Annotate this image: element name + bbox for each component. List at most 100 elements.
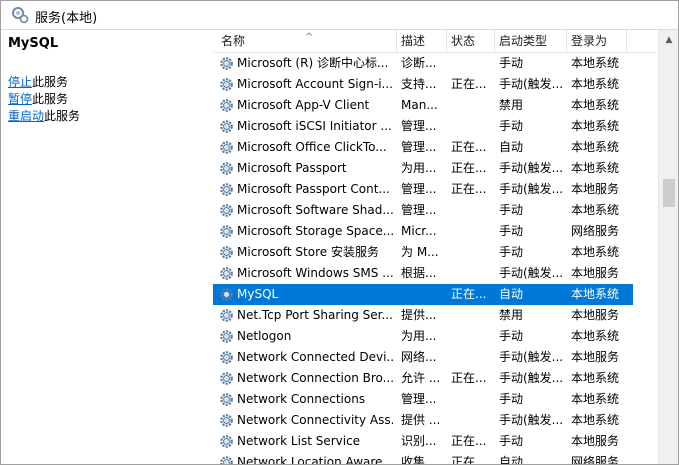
service-row[interactable]: Microsoft Office ClickTo... 管理... 正在... 自动 本… [213,137,633,158]
service-row[interactable]: Microsoft App-V Client Man... 禁用 本地系统 [213,95,633,116]
service-startup-type: 手动(触发... [499,266,564,280]
service-name: Network Location Aware... [237,455,393,464]
service-status: 正在... [451,371,487,385]
service-row[interactable]: Microsoft Passport Cont... 管理... 正在... 手动(触… [213,179,633,200]
stop-service-link[interactable]: 停止 [8,75,32,89]
service-logon-as: 本地服务 [571,350,620,364]
service-name: Microsoft Storage Space... [237,224,393,238]
scroll-thumb[interactable] [663,179,675,207]
service-row[interactable]: Network Location Aware... 收集... 正在... 自动 网络服… [213,452,633,464]
service-status: 正在... [451,161,487,175]
service-startup-type: 手动(触发... [499,161,564,175]
service-row[interactable]: Microsoft Windows SMS ... 根据... 手动(触发... 本地… [213,263,633,284]
service-row[interactable]: Microsoft Software Shad... 管理... 手动 本地系统 [213,200,633,221]
service-startup-type: 手动 [499,329,524,343]
service-gear-icon [219,266,234,281]
service-logon-as: 本地系统 [571,413,620,427]
service-row[interactable]: Microsoft iSCSI Initiator ... 管理... 手动 本地系统 [213,116,633,137]
service-description [401,284,447,305]
column-header-description[interactable]: 描述 [397,30,447,52]
service-gear-icon [219,371,234,386]
service-description: 诊断... [401,56,437,70]
service-row[interactable]: Network Connection Bro... 允许 ... 正在... 手动(触… [213,368,633,389]
title-bar: 服务(本地) [1,1,678,30]
service-status [451,242,495,263]
service-logon-as: 网络服务 [571,455,620,464]
service-status [451,53,495,74]
service-name: Network Connectivity Ass... [237,413,393,427]
restart-service-action: 重启动此服务 [8,107,80,124]
service-logon-as: 本地系统 [571,287,620,301]
service-gear-icon [219,287,234,302]
service-startup-type: 手动 [499,224,524,238]
service-gear-icon [219,350,234,365]
service-logon-as: 本地服务 [571,308,620,322]
service-description: Micr... [401,224,437,238]
vertical-scrollbar[interactable]: ▲ [658,30,678,464]
column-header-startup-type[interactable]: 启动类型 [495,30,567,52]
service-description: 支持... [401,77,437,91]
scroll-up-icon[interactable]: ▲ [659,30,678,50]
service-status: 正在... [451,140,487,154]
service-row[interactable]: Network Connectivity Ass... 提供 ... 手动(触发..… [213,410,633,431]
service-gear-icon [219,203,234,218]
service-row[interactable]: Microsoft (R) 诊断中心标... 诊断... 手动 本地系统 [213,53,633,74]
service-name: Network Connections [237,392,366,406]
services-list: 名称 ^ 描述 状态 启动类型 登录为 Microsoft (R) 诊断中心标.… [213,30,656,464]
service-row[interactable]: Net.Tcp Port Sharing Ser... 提供... 禁用 本地服务 [213,305,633,326]
service-row[interactable]: Microsoft Account Sign-i... 支持... 正在... 手动(… [213,74,633,95]
service-status: 正在... [451,77,487,91]
pause-service-suffix: 此服务 [32,92,69,106]
service-startup-type: 手动(触发... [499,77,564,91]
service-description: 根据... [401,266,437,280]
services-window: 服务(本地) MySQL 停止此服务 暂停此服务 重启动此服务 名称 ^ 描述 … [0,0,679,465]
service-logon-as: 本地系统 [571,392,620,406]
column-header-status[interactable]: 状态 [447,30,495,52]
service-row[interactable]: Network Connected Devi... 网络... 手动(触发... 本地… [213,347,633,368]
service-logon-as: 本地服务 [571,266,620,280]
stop-service-suffix: 此服务 [32,75,69,89]
service-logon-as: 本地系统 [571,140,620,154]
service-row[interactable]: Microsoft Passport 为用... 正在... 手动(触发... 本地系统 [213,158,633,179]
restart-service-suffix: 此服务 [44,109,81,123]
service-row[interactable]: Microsoft Store 安装服务 为 M... 手动 本地系统 [213,242,633,263]
service-row[interactable]: Network List Service 识别... 正在... 手动 本地服务 [213,431,633,452]
service-description: 为 M... [401,245,439,259]
service-gear-icon [219,245,234,260]
pause-service-action: 暂停此服务 [8,90,68,107]
service-gear-icon [219,434,234,449]
service-status [451,95,495,116]
service-startup-type: 自动 [499,455,524,464]
service-startup-type: 手动(触发... [499,350,564,364]
column-name-label: 名称 [221,34,246,48]
service-gear-icon [219,455,234,464]
service-description: 允许 ... [401,371,441,385]
service-description: 为用... [401,161,437,175]
service-name: Network List Service [237,434,361,448]
service-startup-type: 手动(触发... [499,182,564,196]
service-row[interactable]: Microsoft Storage Space... Micr... 手动 网络服务 [213,221,633,242]
service-name: Net.Tcp Port Sharing Ser... [237,308,393,322]
pause-service-link[interactable]: 暂停 [8,92,32,106]
service-name: Microsoft (R) 诊断中心标... [237,56,389,70]
service-description: 管理... [401,182,437,196]
window-title: 服务(本地) [35,11,98,26]
restart-service-link[interactable]: 重启动 [8,109,44,123]
column-header-logon-as[interactable]: 登录为 [567,30,627,52]
service-gear-icon [219,329,234,344]
service-row[interactable]: Network Connections 管理... 手动 本地系统 [213,389,633,410]
service-name: Microsoft Account Sign-i... [237,77,393,91]
service-gear-icon [219,119,234,134]
service-description: 管理... [401,140,437,154]
service-logon-as: 本地系统 [571,371,620,385]
column-header-name[interactable]: 名称 ^ [217,30,397,52]
service-row[interactable]: Netlogon 为用... 手动 本地系统 [213,326,633,347]
service-logon-as: 本地系统 [571,329,620,343]
service-status [451,305,495,326]
service-logon-as: 本地服务 [571,434,620,448]
services-gear-icon [11,6,29,24]
service-logon-as: 本地系统 [571,245,620,259]
extended-pane: MySQL 停止此服务 暂停此服务 重启动此服务 [1,30,206,464]
service-row[interactable]: MySQL 正在... 自动 本地系统 [213,284,633,305]
service-startup-type: 禁用 [499,308,524,322]
